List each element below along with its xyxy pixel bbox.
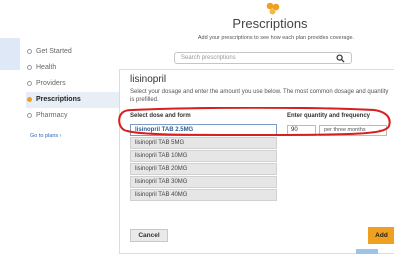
sidebar-item-label: Prescriptions — [36, 96, 81, 103]
step-circle-icon — [27, 81, 32, 86]
step-circle-icon — [27, 65, 32, 70]
sidebar-item-label: Health — [36, 64, 57, 71]
dose-option[interactable]: lisinopril TAB 40MG — [130, 189, 277, 201]
sidebar-item-providers[interactable]: Providers — [26, 76, 121, 92]
page-subtitle: Add your prescriptions to see how each p… — [197, 35, 355, 41]
sidebar-item-pharmacy[interactable]: Pharmacy — [26, 108, 121, 124]
drug-name: lisinopril — [130, 74, 167, 85]
dose-option[interactable]: lisinopril TAB 2.5MG — [130, 124, 277, 136]
frequency-select[interactable]: per three months ⌄ — [319, 125, 387, 136]
drug-card: lisinopril Select your dosage and enter … — [119, 69, 394, 254]
pills-logo-icon — [266, 2, 280, 15]
go-to-plans-link[interactable]: Go to plans › — [30, 133, 62, 139]
search-icon[interactable] — [336, 54, 345, 63]
dose-option[interactable]: lisinopril TAB 10MG — [130, 150, 277, 162]
search-input[interactable]: Search prescriptions — [174, 52, 352, 64]
quantity-input[interactable]: 90 — [287, 125, 316, 136]
sidebar-item-get-started[interactable]: Get Started — [26, 44, 121, 60]
step-circle-icon — [27, 113, 32, 118]
sidebar-item-prescriptions[interactable]: Prescriptions — [26, 92, 121, 108]
dose-option[interactable]: lisinopril TAB 5MG — [130, 137, 277, 149]
add-button[interactable]: Add — [368, 227, 394, 244]
cancel-button[interactable]: Cancel — [130, 229, 168, 242]
chevron-down-icon: ⌄ — [377, 127, 383, 133]
quantity-frequency-label: Enter quantity and frequency — [287, 113, 371, 119]
dose-option[interactable]: lisinopril TAB 20MG — [130, 163, 277, 175]
dose-form-label: Select dose and form — [130, 113, 191, 119]
dose-option[interactable]: lisinopril TAB 30MG — [130, 176, 277, 188]
sidebar-item-label: Pharmacy — [36, 112, 68, 119]
search-placeholder: Search prescriptions — [181, 55, 236, 61]
left-accent-stripe — [0, 38, 20, 70]
dosage-instructions: Select your dosage and enter the amount … — [130, 89, 389, 103]
step-current-dot-icon — [27, 97, 32, 102]
sidebar-item-label: Get Started — [36, 48, 72, 55]
sidebar-item-label: Providers — [36, 80, 66, 87]
step-circle-icon — [27, 49, 32, 54]
frequency-value: per three months — [324, 127, 366, 133]
dose-list: lisinopril TAB 2.5MG lisinopril TAB 5MG … — [130, 124, 277, 202]
sidebar-nav: Get Started Health Providers Prescriptio… — [26, 44, 121, 124]
scroll-indicator — [356, 249, 378, 254]
sidebar-item-health[interactable]: Health — [26, 60, 121, 76]
page-title: Prescriptions — [232, 16, 308, 31]
